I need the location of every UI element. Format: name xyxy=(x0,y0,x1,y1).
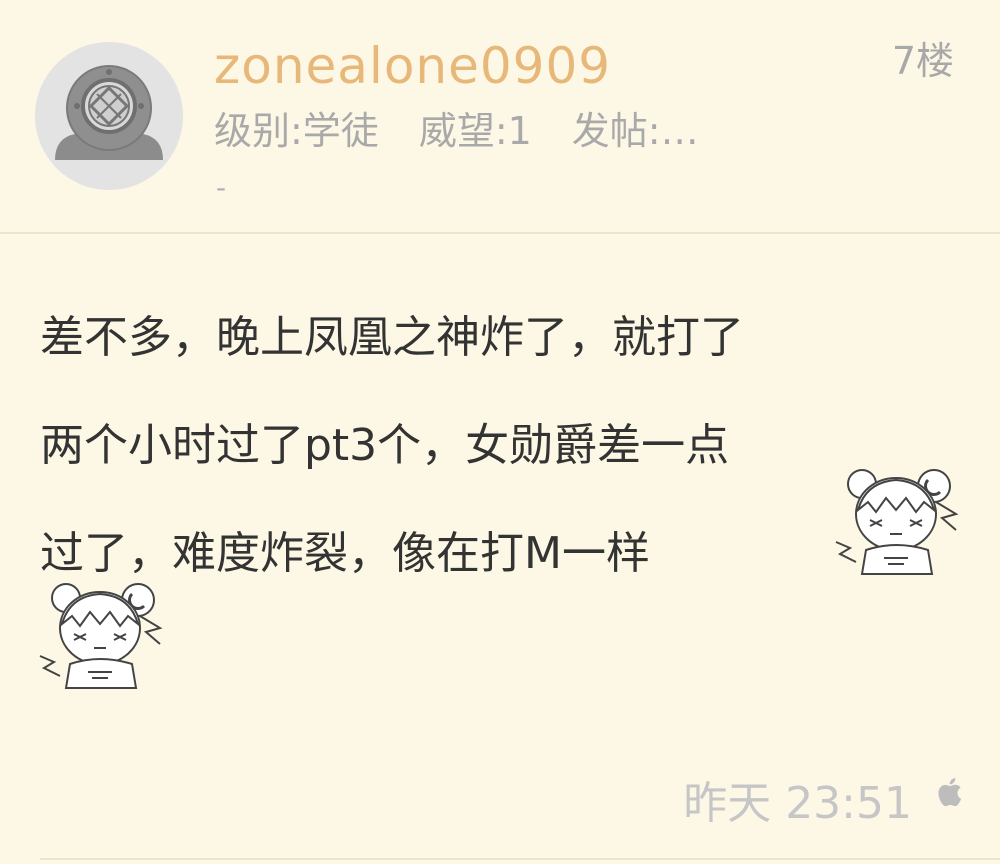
anime-girl-sticker-icon xyxy=(832,462,962,584)
user-avatar[interactable] xyxy=(35,42,183,190)
username[interactable]: zonealone0909 xyxy=(214,34,611,98)
bottom-divider xyxy=(40,858,1000,860)
post-content: 差不多，晚上凤凰之神炸了，就打了 两个小时过了pt3个，女勋爵差一点 过了，难度… xyxy=(40,284,970,608)
user-post-count: 发帖:… xyxy=(571,109,699,153)
diving-helmet-icon xyxy=(35,42,183,190)
user-meta-dash: - xyxy=(216,171,227,204)
header-divider xyxy=(0,232,1000,234)
apple-icon xyxy=(936,776,962,812)
user-prestige: 威望:1 xyxy=(418,109,532,153)
forum-post: zonealone0909 7楼 级别:学徒 威望:1 发帖:… - 差不多，晚上凤… xyxy=(0,0,1000,864)
user-level: 级别:学徒 xyxy=(214,109,379,153)
post-content-line: 两个小时过了pt3个，女勋爵差一点 xyxy=(40,420,730,471)
post-content-line: 过了，难度炸裂，像在打M一样 xyxy=(40,528,650,579)
floor-number: 7楼 xyxy=(891,39,954,83)
post-timestamp: 昨天 23:51 xyxy=(683,778,912,829)
user-meta: 级别:学徒 威望:1 发帖:… xyxy=(214,104,699,158)
post-content-line: 差不多，晚上凤凰之神炸了，就打了 xyxy=(40,312,744,363)
anime-girl-sticker-icon xyxy=(36,576,166,698)
